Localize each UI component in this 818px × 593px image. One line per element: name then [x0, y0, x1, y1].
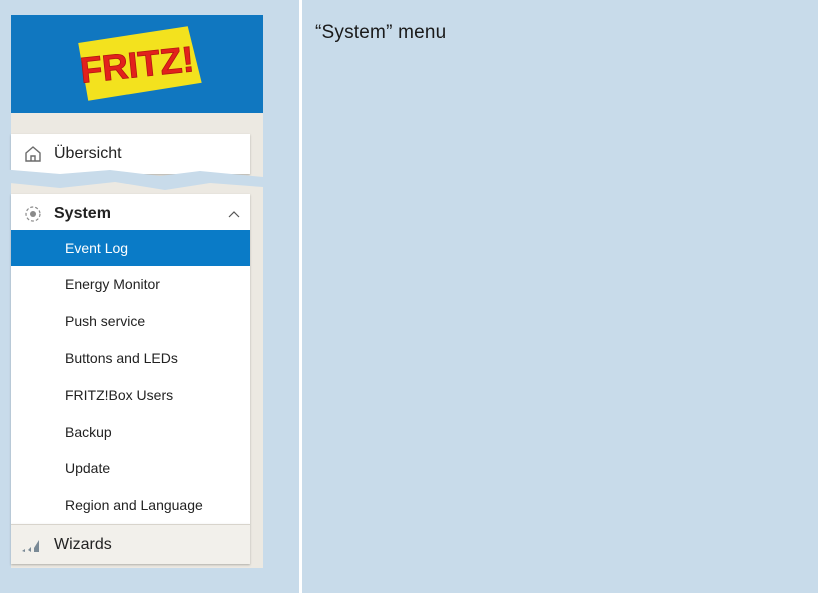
submenu-item-energy-monitor[interactable]: Energy Monitor	[11, 266, 250, 302]
sidebar-item-wizards[interactable]: Wizards	[11, 524, 250, 564]
submenu-item-push-service[interactable]: Push service	[11, 303, 250, 339]
sidebar-item-system[interactable]: System	[11, 196, 250, 232]
wizard-icon	[22, 540, 39, 552]
submenu-item-label: FRITZ!Box Users	[65, 387, 174, 403]
submenu-item-label: Region and Language	[65, 497, 203, 513]
home-icon	[25, 146, 41, 162]
sidebar-item-label: Übersicht	[54, 145, 122, 162]
wizards-row: Wizards	[11, 527, 250, 563]
submenu-item-label: Backup	[65, 424, 112, 440]
system-box: System Event Log Energy Monitor Push ser…	[11, 194, 250, 524]
submenu-item-label: Push service	[65, 313, 146, 329]
submenu-item-backup[interactable]: Backup	[11, 414, 250, 450]
submenu-item-label: Update	[65, 460, 111, 476]
caption-panel: “System” menu	[302, 0, 818, 593]
system-icon	[25, 206, 41, 222]
sidebar-item-label: Wizards	[54, 536, 112, 553]
submenu-item-label: Event Log	[65, 240, 129, 256]
submenu-item-region-and-language[interactable]: Region and Language	[11, 487, 250, 523]
submenu-item-buttons-and-leds[interactable]: Buttons and LEDs	[11, 340, 250, 376]
submenu-item-label: Buttons and LEDs	[65, 350, 178, 366]
submenu-item-event-log[interactable]: Event Log	[11, 230, 250, 266]
submenu-item-update[interactable]: Update	[11, 450, 250, 486]
chevron-up-icon[interactable]	[228, 210, 240, 218]
fritz-logo[interactable]: FRITZ!	[69, 23, 205, 105]
app-header: FRITZ!	[11, 15, 263, 113]
sidebar-item-label: System	[54, 205, 111, 222]
submenu-item-fritzbox-users[interactable]: FRITZ!Box Users	[11, 377, 250, 413]
caption-text: “System” menu	[315, 22, 447, 43]
submenu-item-label: Energy Monitor	[65, 276, 160, 292]
